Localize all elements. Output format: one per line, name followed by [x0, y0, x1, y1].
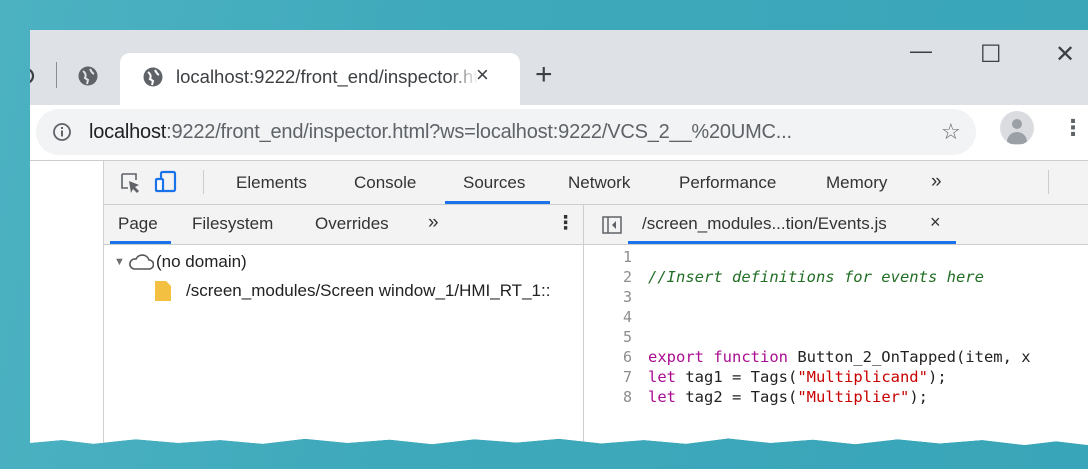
file-icon: [155, 281, 171, 301]
tab-separator: [56, 62, 57, 88]
tab-strip: localhost:9222/front_end/inspector.html …: [30, 30, 1088, 105]
address-bar[interactable]: localhost:9222/front_end/inspector.html?…: [36, 109, 976, 155]
code-editor[interactable]: 1 2 3 4 5 6 7 8 //Insert definitions for…: [584, 245, 1088, 445]
navigator-selected-indicator: [110, 241, 171, 244]
new-tab-button[interactable]: +: [535, 58, 553, 92]
line-number: 8: [622, 388, 632, 406]
line-number: 2: [622, 268, 632, 286]
code-line-7: let tag1 = Tags("Multiplicand");: [648, 368, 947, 386]
devtools-panel: Elements Console Sources Network Perform…: [30, 160, 1088, 445]
browser-toolbar: localhost:9222/front_end/inspector.html?…: [30, 105, 1088, 160]
devtools-tab-bar: Elements Console Sources Network Perform…: [104, 161, 1088, 205]
editor-file-tab[interactable]: /screen_modules...tion/Events.js: [642, 214, 887, 234]
close-window-button[interactable]: ✕: [1055, 40, 1075, 69]
toolbar-divider: [1048, 170, 1049, 194]
line-number: 6: [622, 348, 632, 366]
line-number: 5: [622, 328, 632, 346]
navigator-menu-button[interactable]: ⋮: [556, 212, 575, 235]
line-number-gutter: 1 2 3 4 5 6 7 8: [584, 245, 634, 445]
line-number: 3: [622, 288, 632, 306]
code-keyword: let: [648, 368, 676, 386]
navigator-bar: Page Filesystem Overrides » ⋮: [104, 205, 584, 245]
globe-icon: [143, 67, 163, 87]
navigator-tab-overrides[interactable]: Overrides: [315, 214, 389, 234]
selected-tab-indicator: [445, 201, 550, 204]
tab-network[interactable]: Network: [568, 173, 630, 193]
line-number: 1: [622, 248, 632, 266]
editor-selected-indicator: [628, 241, 956, 244]
browser-menu-button[interactable]: ⋮: [1062, 115, 1084, 141]
editor-tab-bar: /screen_modules...tion/Events.js ×: [584, 205, 1088, 245]
inspect-element-icon[interactable]: [120, 172, 142, 194]
code-keyword: let: [648, 388, 676, 406]
device-toolbar-icon[interactable]: [154, 170, 178, 194]
globe-icon[interactable]: [77, 65, 99, 87]
code-text: tag2 = Tags(: [676, 388, 798, 406]
editor-tab-close-button[interactable]: ×: [930, 212, 941, 233]
tab-console[interactable]: Console: [354, 173, 416, 193]
tab-elements[interactable]: Elements: [236, 173, 307, 193]
navigator-more-button[interactable]: »: [428, 212, 439, 234]
cloud-icon: [129, 254, 154, 270]
code-string: "Multiplier": [797, 388, 910, 406]
code-text: Button_2_OnTapped(item, x: [787, 348, 1031, 366]
tab-title: localhost:9222/front_end/inspector.html: [176, 66, 478, 88]
code-line-2: //Insert definitions for events here: [648, 268, 984, 286]
avatar-head-icon: [1012, 119, 1022, 129]
url-host: localhost: [89, 121, 167, 143]
avatar-body-icon: [1007, 132, 1027, 144]
line-number: 7: [622, 368, 632, 386]
code-text: );: [909, 388, 928, 406]
toolbar-divider: [203, 170, 204, 194]
tab-close-button[interactable]: ×: [476, 62, 489, 88]
profile-avatar[interactable]: [1000, 111, 1034, 145]
url-text[interactable]: localhost:9222/front_end/inspector.html?…: [89, 121, 792, 144]
bookmark-star-icon[interactable]: ☆: [941, 119, 961, 145]
tab-active[interactable]: localhost:9222/front_end/inspector.html …: [120, 53, 520, 105]
line-number: 4: [622, 308, 632, 326]
tab-performance[interactable]: Performance: [679, 173, 776, 193]
tab-memory[interactable]: Memory: [826, 173, 887, 193]
file-tree: ▼ (no domain) /screen_modules/Screen win…: [104, 245, 584, 445]
url-path: :9222/front_end/inspector.html?ws=localh…: [166, 121, 792, 143]
minimize-button[interactable]: —: [910, 38, 932, 64]
code-line-6: export function Button_2_OnTapped(item, …: [648, 348, 1031, 366]
partial-tab-icon[interactable]: [30, 66, 38, 86]
toggle-navigator-icon[interactable]: [602, 216, 622, 234]
more-tabs-button[interactable]: »: [931, 171, 942, 193]
browser-window: localhost:9222/front_end/inspector.html …: [30, 30, 1088, 445]
tree-file-label: /screen_modules/Screen window_1/HMI_RT_1…: [186, 281, 551, 300]
code-text: );: [927, 368, 947, 386]
page-content-area: [30, 161, 104, 445]
tab-sources[interactable]: Sources: [463, 173, 525, 193]
code-string: "Multiplicand": [797, 368, 928, 386]
maximize-button[interactable]: ☐: [980, 40, 1002, 69]
navigator-tab-filesystem[interactable]: Filesystem: [192, 214, 273, 234]
tree-domain-label: (no domain): [156, 252, 247, 271]
expand-triangle-icon[interactable]: ▼: [114, 256, 125, 268]
info-icon[interactable]: [52, 122, 72, 142]
code-keyword: export function: [648, 348, 788, 366]
navigator-tab-page[interactable]: Page: [118, 214, 158, 234]
code-text: tag1 = Tags(: [676, 368, 798, 386]
code-line-8: let tag2 = Tags("Multiplier");: [648, 388, 928, 406]
